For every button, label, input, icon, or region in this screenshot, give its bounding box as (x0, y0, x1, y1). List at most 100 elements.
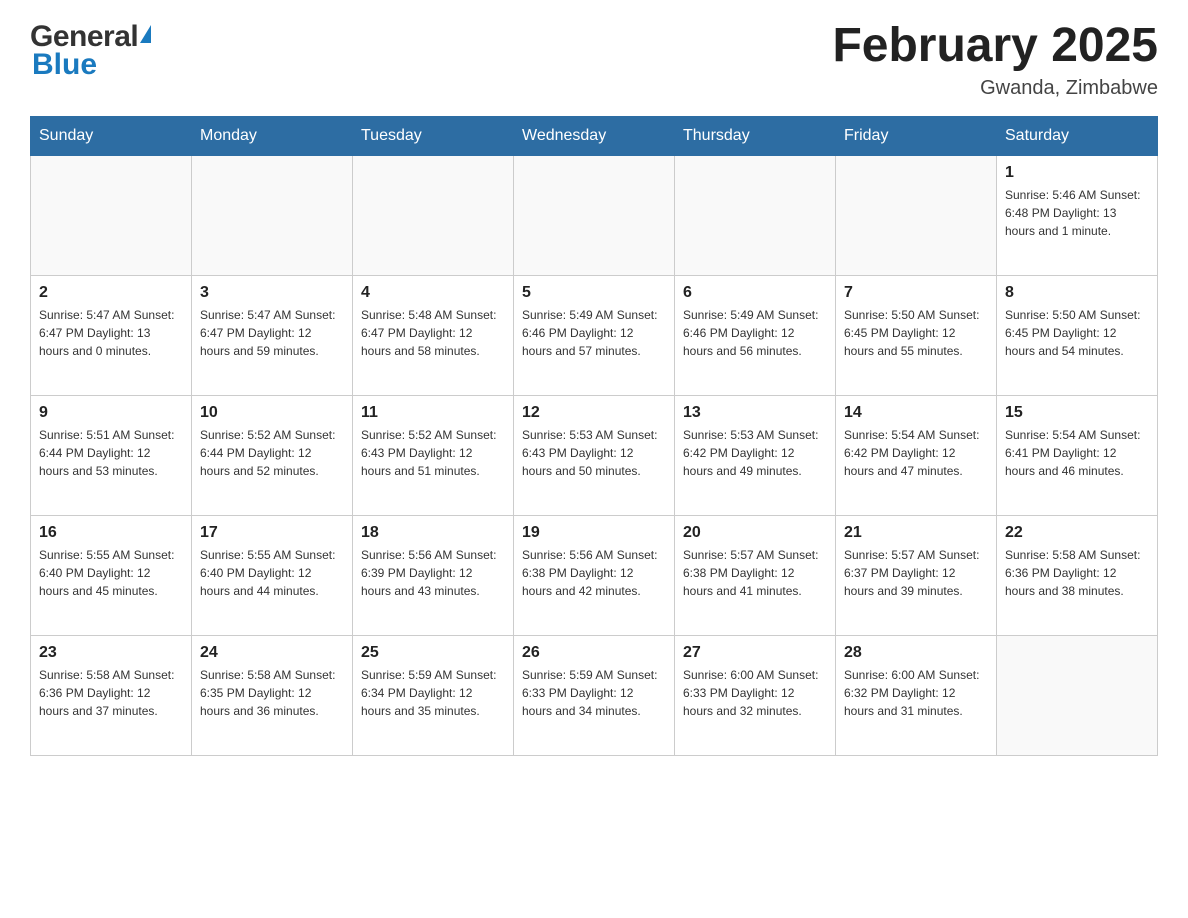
calendar-cell: 11 Sunrise: 5:52 AM Sunset: 6:43 PM Dayli… (353, 395, 514, 515)
day-number: 7 (844, 284, 988, 302)
day-info: Sunrise: 5:50 AM Sunset: 6:45 PM Dayligh… (844, 306, 988, 360)
day-info: Sunrise: 5:56 AM Sunset: 6:39 PM Dayligh… (361, 546, 505, 600)
month-title: February 2025 (832, 20, 1158, 73)
calendar-header-row: Sunday Monday Tuesday Wednesday Thursday… (31, 116, 1158, 155)
day-number: 18 (361, 524, 505, 542)
day-info: Sunrise: 5:53 AM Sunset: 6:42 PM Dayligh… (683, 426, 827, 480)
day-number: 4 (361, 284, 505, 302)
calendar-cell: 5 Sunrise: 5:49 AM Sunset: 6:46 PM Daylig… (514, 275, 675, 395)
calendar-cell (836, 155, 997, 275)
calendar-cell: 17 Sunrise: 5:55 AM Sunset: 6:40 PM Dayli… (192, 515, 353, 635)
header-friday: Friday (836, 116, 997, 155)
day-number: 14 (844, 404, 988, 422)
calendar-week-row: 23 Sunrise: 5:58 AM Sunset: 6:36 PM Dayli… (31, 635, 1158, 755)
day-number: 17 (200, 524, 344, 542)
calendar-cell: 16Sunrise: 5:55 AM Sunset: 6:40 PM Dayli… (31, 515, 192, 635)
day-number: 8 (1005, 284, 1149, 302)
calendar-cell: 15Sunrise: 5:54 AM Sunset: 6:41 PM Dayli… (997, 395, 1158, 515)
header-wednesday: Wednesday (514, 116, 675, 155)
day-number: 19 (522, 524, 666, 542)
calendar-cell (997, 635, 1158, 755)
calendar-cell: 27Sunrise: 6:00 AM Sunset: 6:33 PM Dayli… (675, 635, 836, 755)
calendar-cell: 2 Sunrise: 5:47 AM Sunset: 6:47 PM Daylig… (31, 275, 192, 395)
calendar-cell: 10Sunrise: 5:52 AM Sunset: 6:44 PM Dayli… (192, 395, 353, 515)
calendar-table: Sunday Monday Tuesday Wednesday Thursday… (30, 116, 1158, 756)
day-info: Sunrise: 5:47 AM Sunset: 6:47 PM Dayligh… (200, 306, 344, 360)
calendar-cell: 6 Sunrise: 5:49 AM Sunset: 6:46 PM Daylig… (675, 275, 836, 395)
day-info: Sunrise: 5:54 AM Sunset: 6:42 PM Dayligh… (844, 426, 988, 480)
logo-triangle-icon (140, 25, 151, 43)
calendar-cell (192, 155, 353, 275)
day-number: 16 (39, 524, 183, 542)
day-info: Sunrise: 5:57 AM Sunset: 6:38 PM Dayligh… (683, 546, 827, 600)
calendar-cell: 14 Sunrise: 5:54 AM Sunset: 6:42 PM Dayli… (836, 395, 997, 515)
calendar-cell: 3 Sunrise: 5:47 AM Sunset: 6:47 PM Daylig… (192, 275, 353, 395)
day-info: Sunrise: 5:57 AM Sunset: 6:37 PM Dayligh… (844, 546, 988, 600)
logo-blue-text: Blue (30, 48, 97, 82)
day-number: 21 (844, 524, 988, 542)
day-info: Sunrise: 5:47 AM Sunset: 6:47 PM Dayligh… (39, 306, 183, 360)
day-info: Sunrise: 5:53 AM Sunset: 6:43 PM Dayligh… (522, 426, 666, 480)
day-number: 10 (200, 404, 344, 422)
calendar-cell (675, 155, 836, 275)
day-info: Sunrise: 5:59 AM Sunset: 6:34 PM Dayligh… (361, 666, 505, 720)
day-number: 1 (1005, 164, 1149, 182)
day-number: 28 (844, 644, 988, 662)
day-info: Sunrise: 6:00 AM Sunset: 6:32 PM Dayligh… (844, 666, 988, 720)
calendar-cell: 23 Sunrise: 5:58 AM Sunset: 6:36 PM Dayli… (31, 635, 192, 755)
location: Gwanda, Zimbabwe (832, 77, 1158, 100)
calendar-cell: 7 Sunrise: 5:50 AM Sunset: 6:45 PM Daylig… (836, 275, 997, 395)
day-info: Sunrise: 5:50 AM Sunset: 6:45 PM Dayligh… (1005, 306, 1149, 360)
day-number: 25 (361, 644, 505, 662)
day-info: Sunrise: 5:52 AM Sunset: 6:43 PM Dayligh… (361, 426, 505, 480)
calendar-cell: 18 Sunrise: 5:56 AM Sunset: 6:39 PM Dayli… (353, 515, 514, 635)
calendar-cell: 4Sunrise: 5:48 AM Sunset: 6:47 PM Daylig… (353, 275, 514, 395)
day-number: 5 (522, 284, 666, 302)
calendar-cell: 13 Sunrise: 5:53 AM Sunset: 6:42 PM Dayli… (675, 395, 836, 515)
title-section: February 2025 Gwanda, Zimbabwe (832, 20, 1158, 100)
logo: General Blue (30, 20, 151, 82)
day-number: 27 (683, 644, 827, 662)
calendar-cell: 28 Sunrise: 6:00 AM Sunset: 6:32 PM Dayli… (836, 635, 997, 755)
day-info: Sunrise: 5:56 AM Sunset: 6:38 PM Dayligh… (522, 546, 666, 600)
day-info: Sunrise: 5:58 AM Sunset: 6:36 PM Dayligh… (39, 666, 183, 720)
header-monday: Monday (192, 116, 353, 155)
calendar-week-row: 2 Sunrise: 5:47 AM Sunset: 6:47 PM Daylig… (31, 275, 1158, 395)
day-number: 13 (683, 404, 827, 422)
calendar-cell: 22 Sunrise: 5:58 AM Sunset: 6:36 PM Dayli… (997, 515, 1158, 635)
calendar-cell: 8 Sunrise: 5:50 AM Sunset: 6:45 PM Daylig… (997, 275, 1158, 395)
header-tuesday: Tuesday (353, 116, 514, 155)
header-thursday: Thursday (675, 116, 836, 155)
day-number: 23 (39, 644, 183, 662)
header: General Blue February 2025 Gwanda, Zimba… (30, 20, 1158, 100)
day-number: 3 (200, 284, 344, 302)
day-number: 24 (200, 644, 344, 662)
header-saturday: Saturday (997, 116, 1158, 155)
calendar-cell: 19 Sunrise: 5:56 AM Sunset: 6:38 PM Dayli… (514, 515, 675, 635)
day-info: Sunrise: 5:58 AM Sunset: 6:36 PM Dayligh… (1005, 546, 1149, 600)
day-info: Sunrise: 5:49 AM Sunset: 6:46 PM Dayligh… (522, 306, 666, 360)
day-info: Sunrise: 5:59 AM Sunset: 6:33 PM Dayligh… (522, 666, 666, 720)
day-number: 12 (522, 404, 666, 422)
day-number: 6 (683, 284, 827, 302)
day-number: 11 (361, 404, 505, 422)
day-number: 2 (39, 284, 183, 302)
calendar-cell: 24 Sunrise: 5:58 AM Sunset: 6:35 PM Dayli… (192, 635, 353, 755)
calendar-cell (31, 155, 192, 275)
calendar-week-row: 9Sunrise: 5:51 AM Sunset: 6:44 PM Daylig… (31, 395, 1158, 515)
day-number: 22 (1005, 524, 1149, 542)
day-info: Sunrise: 5:58 AM Sunset: 6:35 PM Dayligh… (200, 666, 344, 720)
day-number: 9 (39, 404, 183, 422)
calendar-cell: 1Sunrise: 5:46 AM Sunset: 6:48 PM Daylig… (997, 155, 1158, 275)
day-info: Sunrise: 5:49 AM Sunset: 6:46 PM Dayligh… (683, 306, 827, 360)
day-number: 26 (522, 644, 666, 662)
calendar-cell: 26 Sunrise: 5:59 AM Sunset: 6:33 PM Dayli… (514, 635, 675, 755)
day-info: Sunrise: 5:55 AM Sunset: 6:40 PM Dayligh… (200, 546, 344, 600)
day-info: Sunrise: 5:54 AM Sunset: 6:41 PM Dayligh… (1005, 426, 1149, 480)
calendar-cell: 21 Sunrise: 5:57 AM Sunset: 6:37 PM Dayli… (836, 515, 997, 635)
calendar-cell (514, 155, 675, 275)
calendar-cell: 12 Sunrise: 5:53 AM Sunset: 6:43 PM Dayli… (514, 395, 675, 515)
day-number: 20 (683, 524, 827, 542)
calendar-cell: 25 Sunrise: 5:59 AM Sunset: 6:34 PM Dayli… (353, 635, 514, 755)
calendar-cell: 9Sunrise: 5:51 AM Sunset: 6:44 PM Daylig… (31, 395, 192, 515)
